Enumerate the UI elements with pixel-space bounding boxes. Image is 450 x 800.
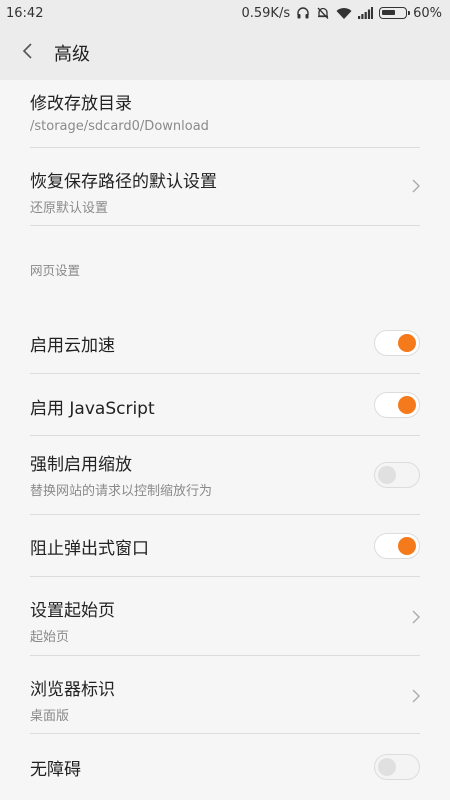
section-label-web: 网页设置: [30, 263, 81, 278]
status-bar: 16:42 0.59K/s 60%: [0, 0, 450, 26]
headphones-icon: [296, 6, 310, 20]
homepage-subtitle: 起始页: [30, 630, 70, 645]
battery-percent: 60%: [413, 5, 442, 21]
homepage-title: 设置起始页: [30, 601, 115, 621]
force-zoom-subtitle: 替换网站的请求以控制缩放行为: [30, 484, 213, 499]
restore-title: 恢复保存路径的默认设置: [30, 172, 217, 192]
download-dir-title: 修改存放目录: [30, 94, 132, 114]
user-agent-subtitle: 桌面版: [30, 709, 70, 724]
javascript-toggle[interactable]: [374, 391, 420, 418]
back-button[interactable]: [6, 26, 50, 80]
restore-subtitle: 还原默认设置: [30, 201, 109, 216]
block-popups-item[interactable]: 阻止弹出式窗口: [30, 515, 420, 577]
user-agent-item[interactable]: 浏览器标识 桌面版: [30, 656, 420, 734]
chevron-left-icon: [22, 41, 34, 65]
javascript-item[interactable]: 启用 JavaScript: [30, 374, 420, 436]
javascript-title: 启用 JavaScript: [30, 399, 155, 419]
cloud-accel-title: 启用云加速: [30, 336, 115, 356]
cloud-accel-toggle[interactable]: [374, 329, 420, 356]
accessibility-toggle[interactable]: [374, 754, 420, 780]
block-popups-title: 阻止弹出式窗口: [30, 539, 149, 559]
download-dir-item[interactable]: 修改存放目录 /storage/sdcard0/Download: [30, 80, 420, 148]
block-popups-toggle[interactable]: [374, 532, 420, 559]
chevron-right-icon: [412, 178, 420, 197]
signal-icon: [358, 7, 374, 19]
accessibility-title: 无障碍: [30, 760, 81, 780]
header: 高级: [0, 26, 450, 80]
settings-list: 修改存放目录 /storage/sdcard0/Download 恢复保存路径的…: [0, 80, 450, 800]
force-zoom-item[interactable]: 强制启用缩放 替换网站的请求以控制缩放行为: [30, 436, 420, 515]
download-dir-path: /storage/sdcard0/Download: [30, 119, 209, 134]
status-indicators: 0.59K/s 60%: [241, 6, 442, 21]
status-time: 16:42: [6, 5, 44, 21]
restore-default-path-item[interactable]: 恢复保存路径的默认设置 还原默认设置: [30, 148, 420, 226]
chevron-right-icon: [412, 609, 420, 628]
wifi-icon: [336, 7, 352, 20]
net-speed: 0.59K/s: [241, 5, 291, 21]
user-agent-title: 浏览器标识: [30, 680, 115, 700]
cloud-accel-item[interactable]: 启用云加速: [30, 312, 420, 374]
alarm-off-icon: [316, 6, 330, 20]
chevron-right-icon: [412, 688, 420, 707]
force-zoom-title: 强制启用缩放: [30, 455, 132, 475]
battery-icon: [379, 7, 411, 19]
homepage-item[interactable]: 设置起始页 起始页: [30, 577, 420, 656]
force-zoom-toggle[interactable]: [374, 462, 420, 488]
page-title: 高级: [54, 44, 90, 65]
accessibility-item[interactable]: 无障碍: [30, 734, 420, 800]
